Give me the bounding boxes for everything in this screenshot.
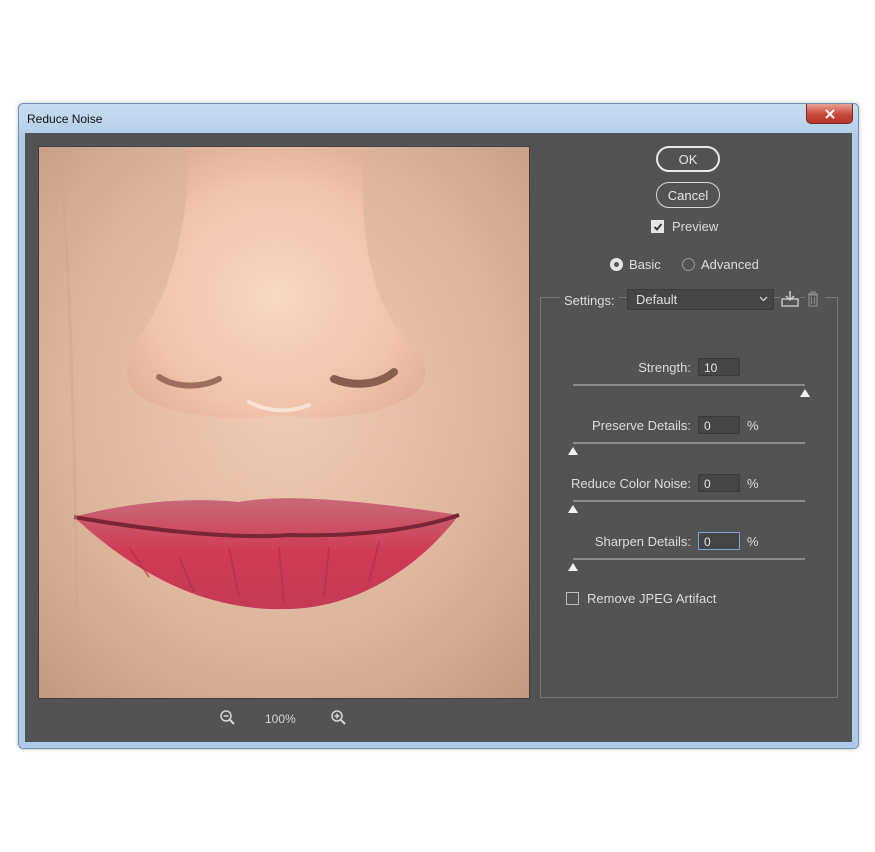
- window-title: Reduce Noise: [27, 112, 103, 126]
- reduce-color-noise-slider-thumb[interactable]: [568, 505, 578, 513]
- advanced-radio[interactable]: [682, 258, 695, 271]
- checkmark-icon: [653, 222, 662, 231]
- title-bar: Reduce Noise: [19, 104, 858, 133]
- remove-jpeg-artifact-label: Remove JPEG Artifact: [587, 591, 717, 606]
- sharpen-details-label: Sharpen Details:: [594, 534, 691, 549]
- preserve-details-label: Preserve Details:: [592, 418, 691, 433]
- ok-button[interactable]: OK: [656, 146, 720, 172]
- strength-label: Strength:: [638, 360, 691, 375]
- zoom-out-icon: [220, 710, 235, 725]
- basic-label: Basic: [629, 257, 661, 272]
- zoom-level: 100%: [265, 712, 296, 726]
- strength-input[interactable]: 10: [698, 358, 740, 376]
- reduce-color-noise-slider-track[interactable]: [573, 500, 805, 502]
- zoom-in-icon: [331, 710, 346, 725]
- settings-row: Settings: Default: [540, 288, 838, 312]
- reduce-noise-dialog: Reduce Noise 100% OK Cancel Preview Basi…: [18, 103, 859, 749]
- zoom-in-button[interactable]: [330, 709, 348, 727]
- cancel-button[interactable]: Cancel: [656, 182, 720, 208]
- remove-jpeg-artifact-checkbox[interactable]: [566, 592, 579, 605]
- reduce-color-noise-label: Reduce Color Noise:: [571, 476, 691, 491]
- sharpen-details-slider-track[interactable]: [573, 558, 805, 560]
- close-icon: [824, 108, 835, 119]
- preview-label: Preview: [672, 219, 719, 234]
- preserve-details-slider-track[interactable]: [573, 442, 805, 444]
- sharpen-details-slider-thumb[interactable]: [568, 563, 578, 571]
- zoom-bar: 100%: [25, 706, 543, 730]
- settings-dropdown[interactable]: Default: [627, 289, 774, 310]
- save-icon: [781, 291, 799, 307]
- preserve-details-slider-thumb[interactable]: [568, 447, 578, 455]
- settings-label: Settings:: [560, 293, 619, 308]
- trash-icon: [808, 291, 818, 307]
- strength-slider-thumb[interactable]: [800, 389, 810, 397]
- remove-jpeg-artifact-toggle[interactable]: Remove JPEG Artifact: [566, 591, 716, 606]
- settings-value: Default: [636, 292, 678, 307]
- zoom-out-button[interactable]: [219, 709, 237, 727]
- save-settings-button[interactable]: [780, 290, 800, 308]
- preview-toggle[interactable]: Preview: [651, 219, 718, 234]
- basic-option[interactable]: Basic: [610, 257, 661, 272]
- advanced-label: Advanced: [701, 257, 759, 272]
- preserve-details-input[interactable]: 0: [698, 416, 740, 434]
- preview-checkbox[interactable]: [651, 220, 664, 233]
- sharpen-details-input[interactable]: 0: [698, 532, 740, 550]
- close-button[interactable]: [806, 104, 853, 124]
- chevron-down-icon: [759, 296, 768, 302]
- basic-radio[interactable]: [610, 258, 623, 271]
- reduce-color-noise-input[interactable]: 0: [698, 474, 740, 492]
- advanced-option[interactable]: Advanced: [682, 257, 759, 272]
- strength-slider-track[interactable]: [573, 384, 805, 386]
- settings-group: [540, 297, 838, 698]
- dialog-body: 100% OK Cancel Preview Basic Advanced Se…: [25, 133, 852, 742]
- sharpen-details-unit: %: [747, 534, 759, 549]
- delete-settings-button[interactable]: [805, 290, 825, 308]
- preserve-details-unit: %: [747, 418, 759, 433]
- reduce-color-noise-unit: %: [747, 476, 759, 491]
- preview-image[interactable]: [38, 146, 530, 699]
